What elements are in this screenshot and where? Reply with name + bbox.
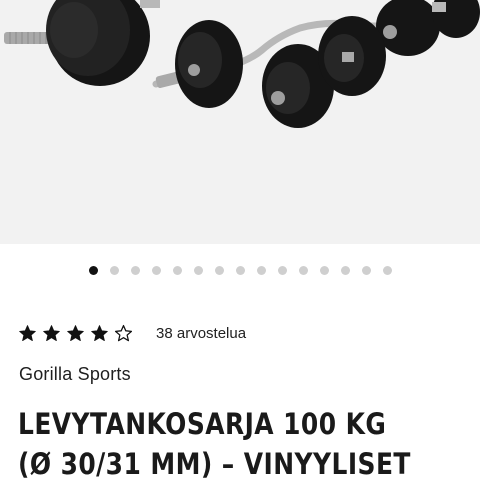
brand-name[interactable]: Gorilla Sports <box>19 364 131 385</box>
star-filled-icon <box>67 324 84 341</box>
image-carousel-indicator <box>0 266 480 276</box>
star-empty-icon <box>114 324 133 341</box>
carousel-dot[interactable] <box>152 266 161 275</box>
star-rating <box>18 324 138 343</box>
carousel-dot[interactable] <box>278 266 287 275</box>
carousel-dot[interactable] <box>110 266 119 275</box>
carousel-dot[interactable] <box>362 266 371 275</box>
carousel-dot[interactable] <box>173 266 182 275</box>
carousel-dot[interactable] <box>341 266 350 275</box>
carousel-dot[interactable] <box>236 266 245 275</box>
dumbbell <box>262 16 386 128</box>
product-image[interactable] <box>0 0 480 244</box>
product-title-line-1: LEVYTANKOSARJA 100 KG <box>18 407 387 441</box>
product-title: LEVYTANKOSARJA 100 KG (Ø 30/31 MM) – VIN… <box>18 404 422 484</box>
star-filled-icon <box>91 324 108 341</box>
carousel-dot[interactable] <box>383 266 392 275</box>
review-count[interactable]: 38 arvostelua <box>156 325 246 342</box>
product-title-line-2: (Ø 30/31 MM) – VINYYLISET <box>18 447 411 481</box>
carousel-dot[interactable] <box>320 266 329 275</box>
carousel-dot[interactable] <box>194 266 203 275</box>
carousel-dot[interactable] <box>215 266 224 275</box>
carousel-dot[interactable] <box>299 266 308 275</box>
straight-barbell <box>4 0 160 86</box>
carousel-dot[interactable] <box>131 266 140 275</box>
star-filled-icon <box>19 324 36 341</box>
rating-summary[interactable]: 38 arvostelua <box>18 322 246 344</box>
carousel-dot[interactable] <box>257 266 266 275</box>
carousel-dot[interactable] <box>89 266 98 275</box>
barbell-set-illustration <box>4 0 480 128</box>
star-filled-icon <box>43 324 60 341</box>
